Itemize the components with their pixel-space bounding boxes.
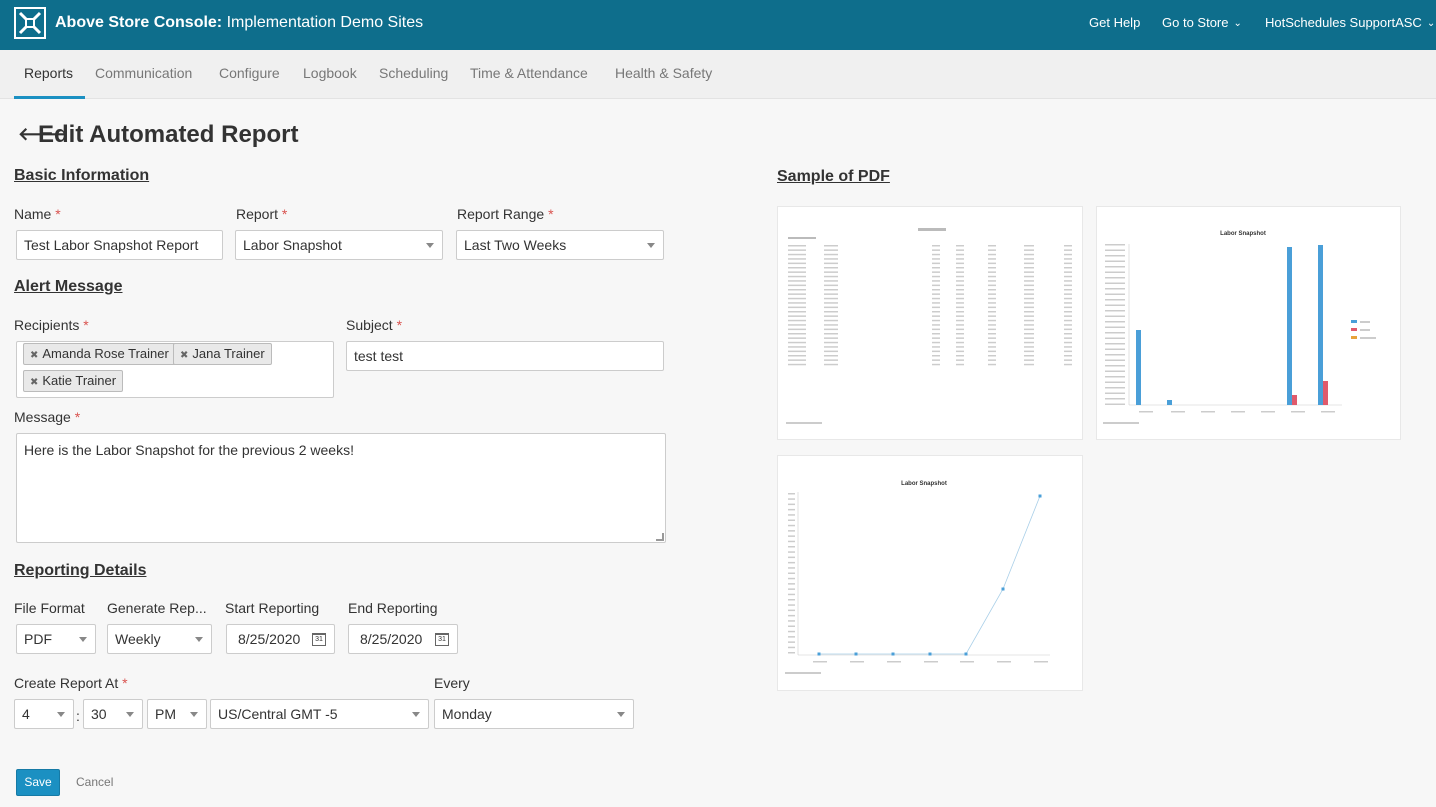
every-label: Every [434,675,470,691]
point [965,653,968,656]
point [1002,588,1005,591]
generate-report-select[interactable]: Weekly [107,624,212,654]
remove-icon[interactable]: ✖ [30,350,38,361]
bar [1323,381,1328,405]
tab-time-attendance[interactable]: Time & Attendance [470,65,588,81]
bar [1318,245,1323,405]
end-reporting-label: End Reporting [348,600,438,616]
report-select[interactable]: Labor Snapshot [235,230,443,260]
point [929,653,932,656]
resize-handle-icon[interactable] [656,533,664,541]
report-range-label: Report Range * [457,206,554,222]
recipient-tag[interactable]: ✖Jana Trainer [173,343,272,365]
hotschedules-logo-icon[interactable] [14,7,46,39]
pdf-sample-line-chart: Labor Snapshot [777,455,1083,691]
point [892,653,895,656]
remove-icon[interactable]: ✖ [30,377,38,388]
recipient-tag[interactable]: ✖Katie Trainer [23,370,123,392]
end-reporting-date[interactable]: 8/25/202031 [348,624,458,654]
section-alert-message: Alert Message [14,278,123,296]
tab-health-safety[interactable]: Health & Safety [615,65,712,81]
name-input[interactable]: Test Labor Snapshot Report [16,230,223,260]
tab-communication[interactable]: Communication [95,65,192,81]
go-to-store-menu[interactable]: Go to Store⌄ [1162,15,1242,32]
recipient-tag[interactable]: ✖Amanda Rose Trainer [23,343,176,365]
point [855,653,858,656]
report-range-select[interactable]: Last Two Weeks [456,230,664,260]
file-format-select[interactable]: PDF [16,624,96,654]
every-select[interactable]: Monday [434,699,634,729]
ampm-select[interactable]: PM [147,699,207,729]
message-label: Message * [14,409,80,425]
legend-swatch [1351,328,1357,331]
legend-swatch [1351,336,1357,339]
name-label: Name * [14,206,61,222]
start-reporting-date[interactable]: 8/25/202031 [226,624,335,654]
pdf-table-thumbnail [778,207,1084,441]
section-reporting-details: Reporting Details [14,562,146,580]
main-nav: Reports Communication Configure Logbook … [0,50,1436,99]
create-report-at-label: Create Report At * [14,675,128,691]
cancel-button[interactable]: Cancel [76,775,113,789]
bar [1287,247,1292,405]
back-arrow-icon[interactable]: 🡐 [18,119,34,149]
tab-configure[interactable]: Configure [219,65,280,81]
subject-label: Subject * [346,317,402,333]
report-label: Report * [236,206,287,222]
save-button[interactable]: Save [16,769,60,796]
section-sample-pdf: Sample of PDF [777,168,890,186]
timezone-select[interactable]: US/Central GMT -5 [210,699,429,729]
minute-select[interactable]: 30 [83,699,143,729]
chevron-down-icon: ⌄ [1233,16,1241,32]
message-textarea[interactable]: Here is the Labor Snapshot for the previ… [16,433,666,543]
recipients-label: Recipients * [14,317,89,333]
app-title: Above Store Console: Implementation Demo… [55,13,423,33]
bar [1136,330,1141,405]
hour-select[interactable]: 4 [14,699,74,729]
pdf-sample-bar-chart: Labor Snapshot [1096,206,1401,440]
calendar-icon[interactable]: 31 [312,633,326,646]
pdf-line-thumbnail: Labor Snapshot [778,456,1084,692]
remove-icon[interactable]: ✖ [180,350,188,361]
chevron-down-icon: ⌄ [1427,16,1435,32]
generate-report-label: Generate Rep... [107,600,207,616]
page-title: 🡐Edit Automated Report [18,119,298,150]
tab-reports[interactable]: Reports [24,65,73,81]
start-reporting-label: Start Reporting [225,600,319,616]
bar [1292,395,1297,405]
active-tab-indicator [14,96,85,99]
bar [1167,400,1172,405]
tab-scheduling[interactable]: Scheduling [379,65,448,81]
section-basic-information: Basic Information [14,167,149,185]
tab-logbook[interactable]: Logbook [303,65,357,81]
calendar-icon[interactable]: 31 [435,633,449,646]
chart-title: Labor Snapshot [1220,231,1266,237]
point [1039,495,1042,498]
chart-title: Labor Snapshot [901,481,947,487]
point [818,653,821,656]
pdf-bar-thumbnail: Labor Snapshot [1097,207,1402,441]
recipients-input[interactable]: ✖Amanda Rose Trainer ✖Jana Trainer ✖Kati… [16,341,334,398]
time-separator: : [76,708,80,724]
get-help-link[interactable]: Get Help [1089,15,1140,31]
user-menu[interactable]: HotSchedules SupportASC⌄ [1265,15,1435,32]
top-bar: Above Store Console: Implementation Demo… [0,0,1436,50]
legend-swatch [1351,320,1357,323]
subject-input[interactable]: test test [346,341,664,371]
file-format-label: File Format [14,600,85,616]
pdf-sample-table [777,206,1083,440]
